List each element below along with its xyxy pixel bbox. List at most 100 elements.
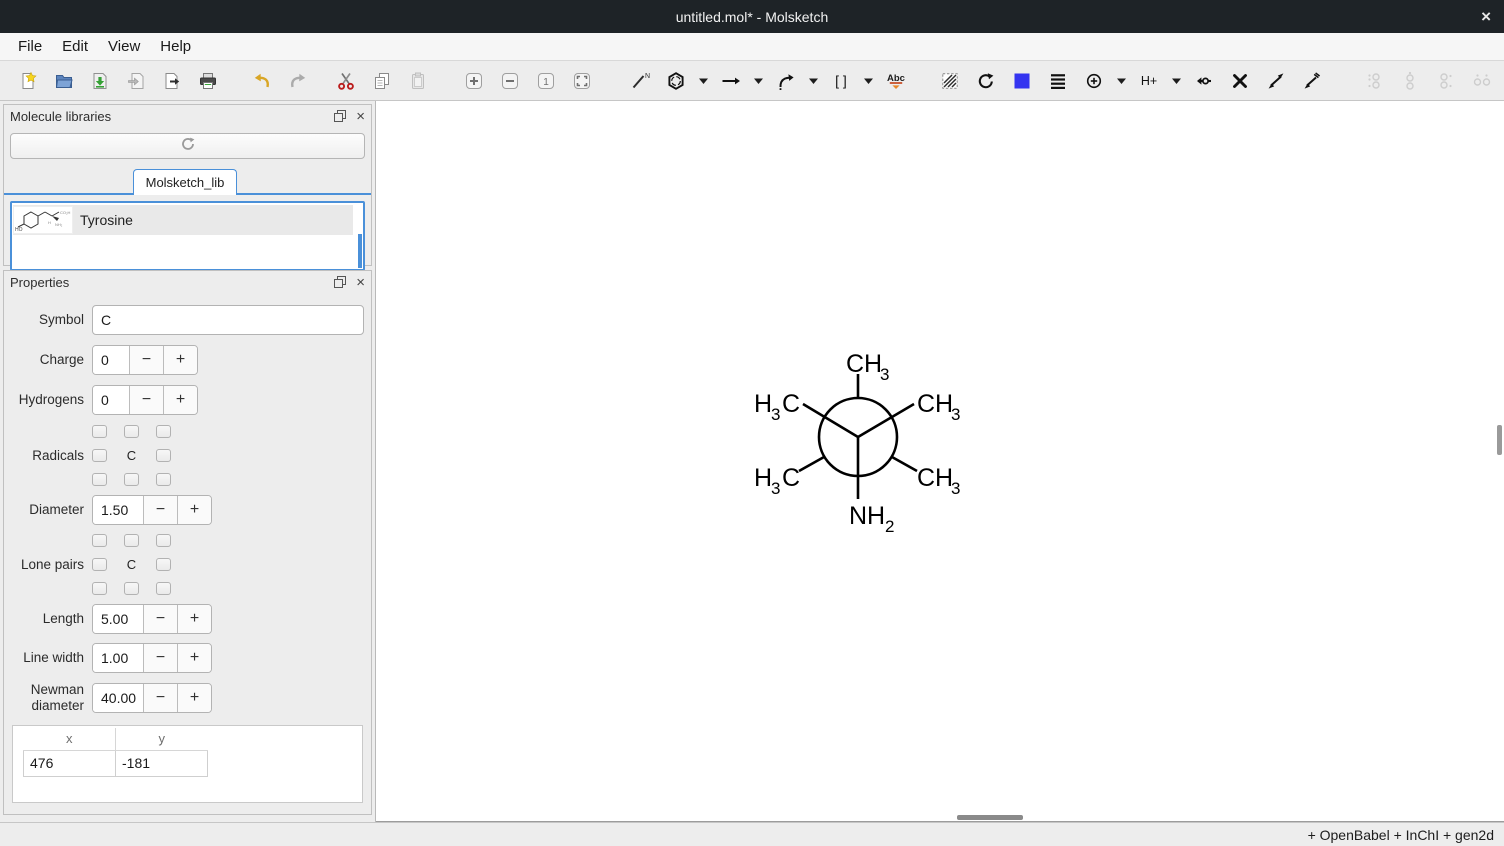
menu-file[interactable]: File — [8, 38, 52, 55]
line-width-minus-button[interactable]: − — [143, 644, 177, 672]
color-picker-button[interactable] — [1006, 66, 1038, 96]
length-plus-button[interactable]: + — [177, 605, 211, 633]
charge-tool-button[interactable] — [1078, 66, 1110, 96]
zoom-out-button[interactable] — [494, 66, 526, 96]
charge-tool-dropdown[interactable] — [1114, 66, 1129, 96]
ring-tool-button[interactable] — [660, 66, 692, 96]
coord-x-cell[interactable]: 476 — [24, 750, 116, 776]
draw-tool-button[interactable]: N — [624, 66, 656, 96]
text-tool-button[interactable]: Abc — [880, 66, 912, 96]
delete-tool-button[interactable] — [1224, 66, 1256, 96]
diameter-value[interactable]: 1.50 — [93, 496, 143, 524]
lone-pair-checkbox[interactable] — [156, 582, 171, 595]
atom-label[interactable]: CH — [917, 390, 953, 418]
radical-checkbox[interactable] — [156, 449, 171, 462]
remove-hydrogen-tool-button[interactable] — [1188, 66, 1220, 96]
atom-label[interactable]: H — [754, 390, 772, 418]
atom-label[interactable]: H — [754, 464, 772, 492]
atom-label[interactable]: NH — [849, 502, 885, 530]
flip-stereo-tool-button[interactable] — [1296, 66, 1328, 96]
radical-checkbox[interactable] — [124, 425, 139, 438]
radical-checkbox[interactable] — [92, 449, 107, 462]
window-close-button[interactable]: × — [1477, 0, 1495, 33]
export-button[interactable] — [156, 66, 188, 96]
lone-pair-checkbox[interactable] — [124, 582, 139, 595]
bracket-tool-dropdown[interactable] — [861, 66, 876, 96]
library-scrollbar[interactable] — [358, 234, 362, 268]
open-file-button[interactable] — [48, 66, 80, 96]
new-file-button[interactable] — [12, 66, 44, 96]
undo-button[interactable] — [246, 66, 278, 96]
hydrogens-minus-button[interactable]: − — [129, 386, 163, 414]
lone-pair-tool-1-button[interactable] — [1358, 66, 1390, 96]
menu-edit[interactable]: Edit — [52, 38, 98, 55]
close-panel-icon[interactable]: × — [356, 274, 365, 291]
line-width-plus-button[interactable]: + — [177, 644, 211, 672]
line-width-value[interactable]: 1.00 — [93, 644, 143, 672]
atom-label[interactable]: CH — [846, 350, 882, 378]
save-as-button[interactable] — [120, 66, 152, 96]
arrow-tool-button[interactable] — [715, 66, 747, 96]
lone-pair-checkbox[interactable] — [92, 558, 107, 571]
float-panel-icon[interactable] — [334, 110, 346, 122]
charge-plus-button[interactable]: + — [163, 346, 197, 374]
canvas-vertical-scrollbar[interactable] — [1497, 425, 1502, 455]
length-minus-button[interactable]: − — [143, 605, 177, 633]
hydrogen-tool-button[interactable]: H+ — [1133, 66, 1165, 96]
list-item-tyrosine[interactable]: HO CO₂H H NH₂ Tyrosine — [13, 205, 353, 235]
hatch-tool-button[interactable] — [934, 66, 966, 96]
newman-diameter-plus-button[interactable]: + — [177, 684, 211, 712]
float-panel-icon[interactable] — [334, 276, 346, 288]
radical-checkbox[interactable] — [92, 473, 107, 486]
newman-diameter-value[interactable]: 40.00 — [93, 684, 143, 712]
diameter-minus-button[interactable]: − — [143, 496, 177, 524]
drawing-canvas[interactable]: CH 3 H 3 C CH 3 H 3 C CH 3 NH 2 — [376, 101, 1504, 822]
lone-pair-tool-3-button[interactable] — [1430, 66, 1462, 96]
canvas-horizontal-scrollbar[interactable] — [957, 815, 1023, 820]
rotate-tool-button[interactable] — [970, 66, 1002, 96]
line-width-tool-button[interactable] — [1042, 66, 1074, 96]
tab-molsketch-lib[interactable]: Molsketch_lib — [133, 169, 237, 195]
length-value[interactable]: 5.00 — [93, 605, 143, 633]
charge-value[interactable]: 0 — [93, 346, 129, 374]
mechanism-arrow-tool-dropdown[interactable] — [806, 66, 821, 96]
lone-pair-tool-2-button[interactable] — [1394, 66, 1426, 96]
radical-checkbox[interactable] — [156, 473, 171, 486]
lone-pair-checkbox[interactable] — [156, 558, 171, 571]
hydrogens-plus-button[interactable]: + — [163, 386, 197, 414]
zoom-in-button[interactable] — [458, 66, 490, 96]
paste-button[interactable] — [402, 66, 434, 96]
mechanism-arrow-tool-button[interactable] — [770, 66, 802, 96]
lone-pair-tool-4-button[interactable] — [1466, 66, 1498, 96]
lone-pair-checkbox[interactable] — [92, 534, 107, 547]
radical-checkbox[interactable] — [124, 473, 139, 486]
print-button[interactable] — [192, 66, 224, 96]
newman-projection-molecule[interactable]: CH 3 H 3 C CH 3 H 3 C CH 3 NH 2 — [740, 337, 1000, 552]
symbol-input[interactable]: C — [92, 305, 364, 335]
radical-checkbox[interactable] — [156, 425, 171, 438]
flip-bond-tool-button[interactable] — [1260, 66, 1292, 96]
atom-label[interactable]: CH — [917, 464, 953, 492]
copy-button[interactable] — [366, 66, 398, 96]
lone-pair-checkbox[interactable] — [124, 534, 139, 547]
lone-pair-checkbox[interactable] — [156, 534, 171, 547]
radical-checkbox[interactable] — [92, 425, 107, 438]
refresh-libraries-button[interactable] — [10, 133, 365, 159]
ring-tool-dropdown[interactable] — [696, 66, 711, 96]
arrow-tool-dropdown[interactable] — [751, 66, 766, 96]
cut-button[interactable] — [330, 66, 362, 96]
hydrogens-value[interactable]: 0 — [93, 386, 129, 414]
redo-button[interactable] — [282, 66, 314, 96]
coord-y-cell[interactable]: -181 — [116, 750, 208, 776]
charge-minus-button[interactable]: − — [129, 346, 163, 374]
zoom-fit-button[interactable] — [566, 66, 598, 96]
save-button[interactable] — [84, 66, 116, 96]
zoom-original-button[interactable]: 1 — [530, 66, 562, 96]
diameter-plus-button[interactable]: + — [177, 496, 211, 524]
lone-pair-checkbox[interactable] — [92, 582, 107, 595]
menu-view[interactable]: View — [98, 38, 150, 55]
hydrogen-tool-dropdown[interactable] — [1169, 66, 1184, 96]
bracket-tool-button[interactable]: [ ] — [825, 66, 857, 96]
close-panel-icon[interactable]: × — [356, 108, 365, 125]
newman-diameter-minus-button[interactable]: − — [143, 684, 177, 712]
